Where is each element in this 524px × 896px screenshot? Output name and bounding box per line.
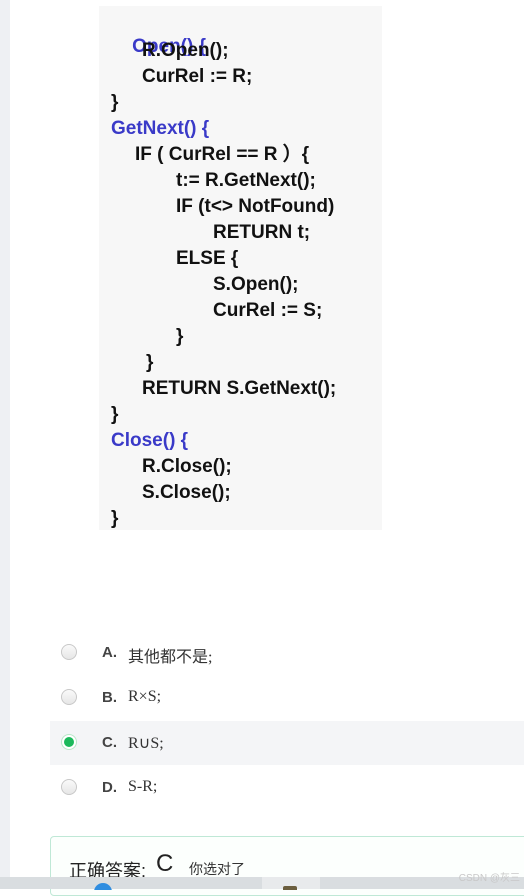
code-line: }	[111, 92, 119, 113]
option-b[interactable]: B. R×S;	[50, 676, 524, 720]
code-line: S.Open();	[213, 274, 299, 295]
code-line: CurRel := S;	[213, 300, 323, 321]
option-d[interactable]: D. S-R;	[50, 766, 524, 810]
code-line: R.Open();	[142, 40, 229, 61]
option-letter: B.	[102, 689, 117, 706]
code-line: CurRel := R;	[142, 66, 253, 87]
window-icon	[283, 886, 297, 892]
code-line: GetNext() {	[111, 118, 210, 139]
option-c[interactable]: C. R∪S;	[50, 721, 524, 765]
code-line: t:= R.GetNext();	[176, 170, 316, 191]
option-text: R×S;	[128, 688, 162, 705]
code-line: IF ( CurRel == R ）{	[135, 144, 310, 165]
watermark: CSDN @灰三	[458, 873, 520, 884]
code-line: }	[111, 404, 119, 425]
taskbar	[0, 877, 524, 896]
option-letter: A.	[102, 644, 117, 661]
code-line: S.Close();	[142, 482, 231, 503]
option-text: 其他都不是;	[128, 649, 213, 666]
code-line: RETURN S.GetNext();	[142, 378, 337, 399]
code-image: Open() { R.Open(); CurRel := R; } GetNex…	[99, 6, 382, 530]
code-line: Close() {	[111, 430, 189, 451]
radio-button[interactable]	[61, 779, 77, 795]
taskbar-app-icon[interactable]	[92, 877, 114, 896]
code-line: }	[111, 508, 119, 529]
option-text: R∪S;	[128, 735, 164, 752]
option-text: S-R;	[128, 778, 158, 795]
answer-feedback: 你选对了	[189, 861, 245, 877]
left-gutter	[0, 0, 10, 889]
circle-icon	[94, 883, 112, 896]
option-letter: D.	[102, 779, 117, 796]
code-line: ELSE {	[176, 248, 239, 269]
taskbar-window-icon[interactable]	[262, 877, 320, 892]
radio-button[interactable]	[61, 689, 77, 705]
option-letter: C.	[102, 734, 117, 751]
answer-value: C	[156, 850, 174, 877]
radio-button[interactable]	[61, 644, 77, 660]
option-a[interactable]: A. 其他都不是;	[50, 631, 524, 675]
radio-button-selected[interactable]	[61, 734, 77, 750]
code-line: R.Close();	[142, 456, 232, 477]
code-line: }	[176, 326, 184, 347]
code-line: }	[146, 352, 154, 373]
code-line: IF (t<> NotFound)	[176, 196, 335, 217]
code-line: RETURN t;	[213, 222, 311, 243]
